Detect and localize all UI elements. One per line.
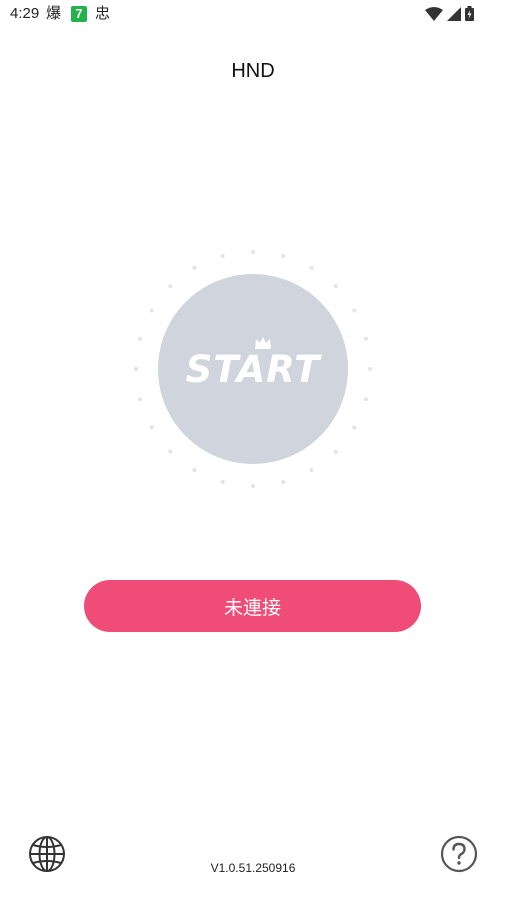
start-button[interactable]: START xyxy=(158,274,348,464)
signal-icon xyxy=(447,6,461,21)
connect-button[interactable]: 未連接 xyxy=(84,580,421,632)
ring-dot xyxy=(281,480,286,484)
ring-dot xyxy=(352,425,357,430)
ring-dot xyxy=(251,250,255,254)
ring-dot xyxy=(149,425,154,430)
help-icon[interactable] xyxy=(439,834,479,874)
ring-dot xyxy=(138,397,142,402)
ring-dot xyxy=(134,367,138,371)
start-label: START xyxy=(186,336,321,391)
wifi-icon xyxy=(425,6,443,21)
status-time: 4:29 xyxy=(10,5,40,22)
ring-dot xyxy=(192,265,197,270)
ring-dot xyxy=(168,284,173,289)
notification-app-icon: 爆 xyxy=(46,5,62,22)
ring-dot xyxy=(364,397,368,402)
notification-app-icon: 7 xyxy=(71,6,87,22)
notification-app-icon: 忠 xyxy=(95,5,111,22)
crown-icon xyxy=(254,336,271,349)
ring-dot xyxy=(220,480,225,484)
ring-dot xyxy=(352,308,357,313)
ring-dot xyxy=(364,336,368,341)
ring-dot xyxy=(368,367,372,371)
version-text: V1.0.51.250916 xyxy=(210,861,296,875)
ring-dot xyxy=(333,449,338,454)
status-bar: 4:29 爆 7 忠 xyxy=(0,0,506,28)
ring-dot xyxy=(220,254,225,258)
ring-dot xyxy=(138,336,142,341)
ring-dot xyxy=(281,254,286,258)
ring-dot xyxy=(192,468,197,473)
page-title: HND xyxy=(231,60,275,82)
ring-dot xyxy=(251,484,255,488)
battery-icon xyxy=(465,6,474,21)
ring-dot xyxy=(333,284,338,289)
ring-dot xyxy=(149,308,154,313)
ring-dot xyxy=(168,449,173,454)
status-indicators xyxy=(425,6,474,21)
ring-dot xyxy=(309,468,314,473)
ring-dot xyxy=(309,265,314,270)
